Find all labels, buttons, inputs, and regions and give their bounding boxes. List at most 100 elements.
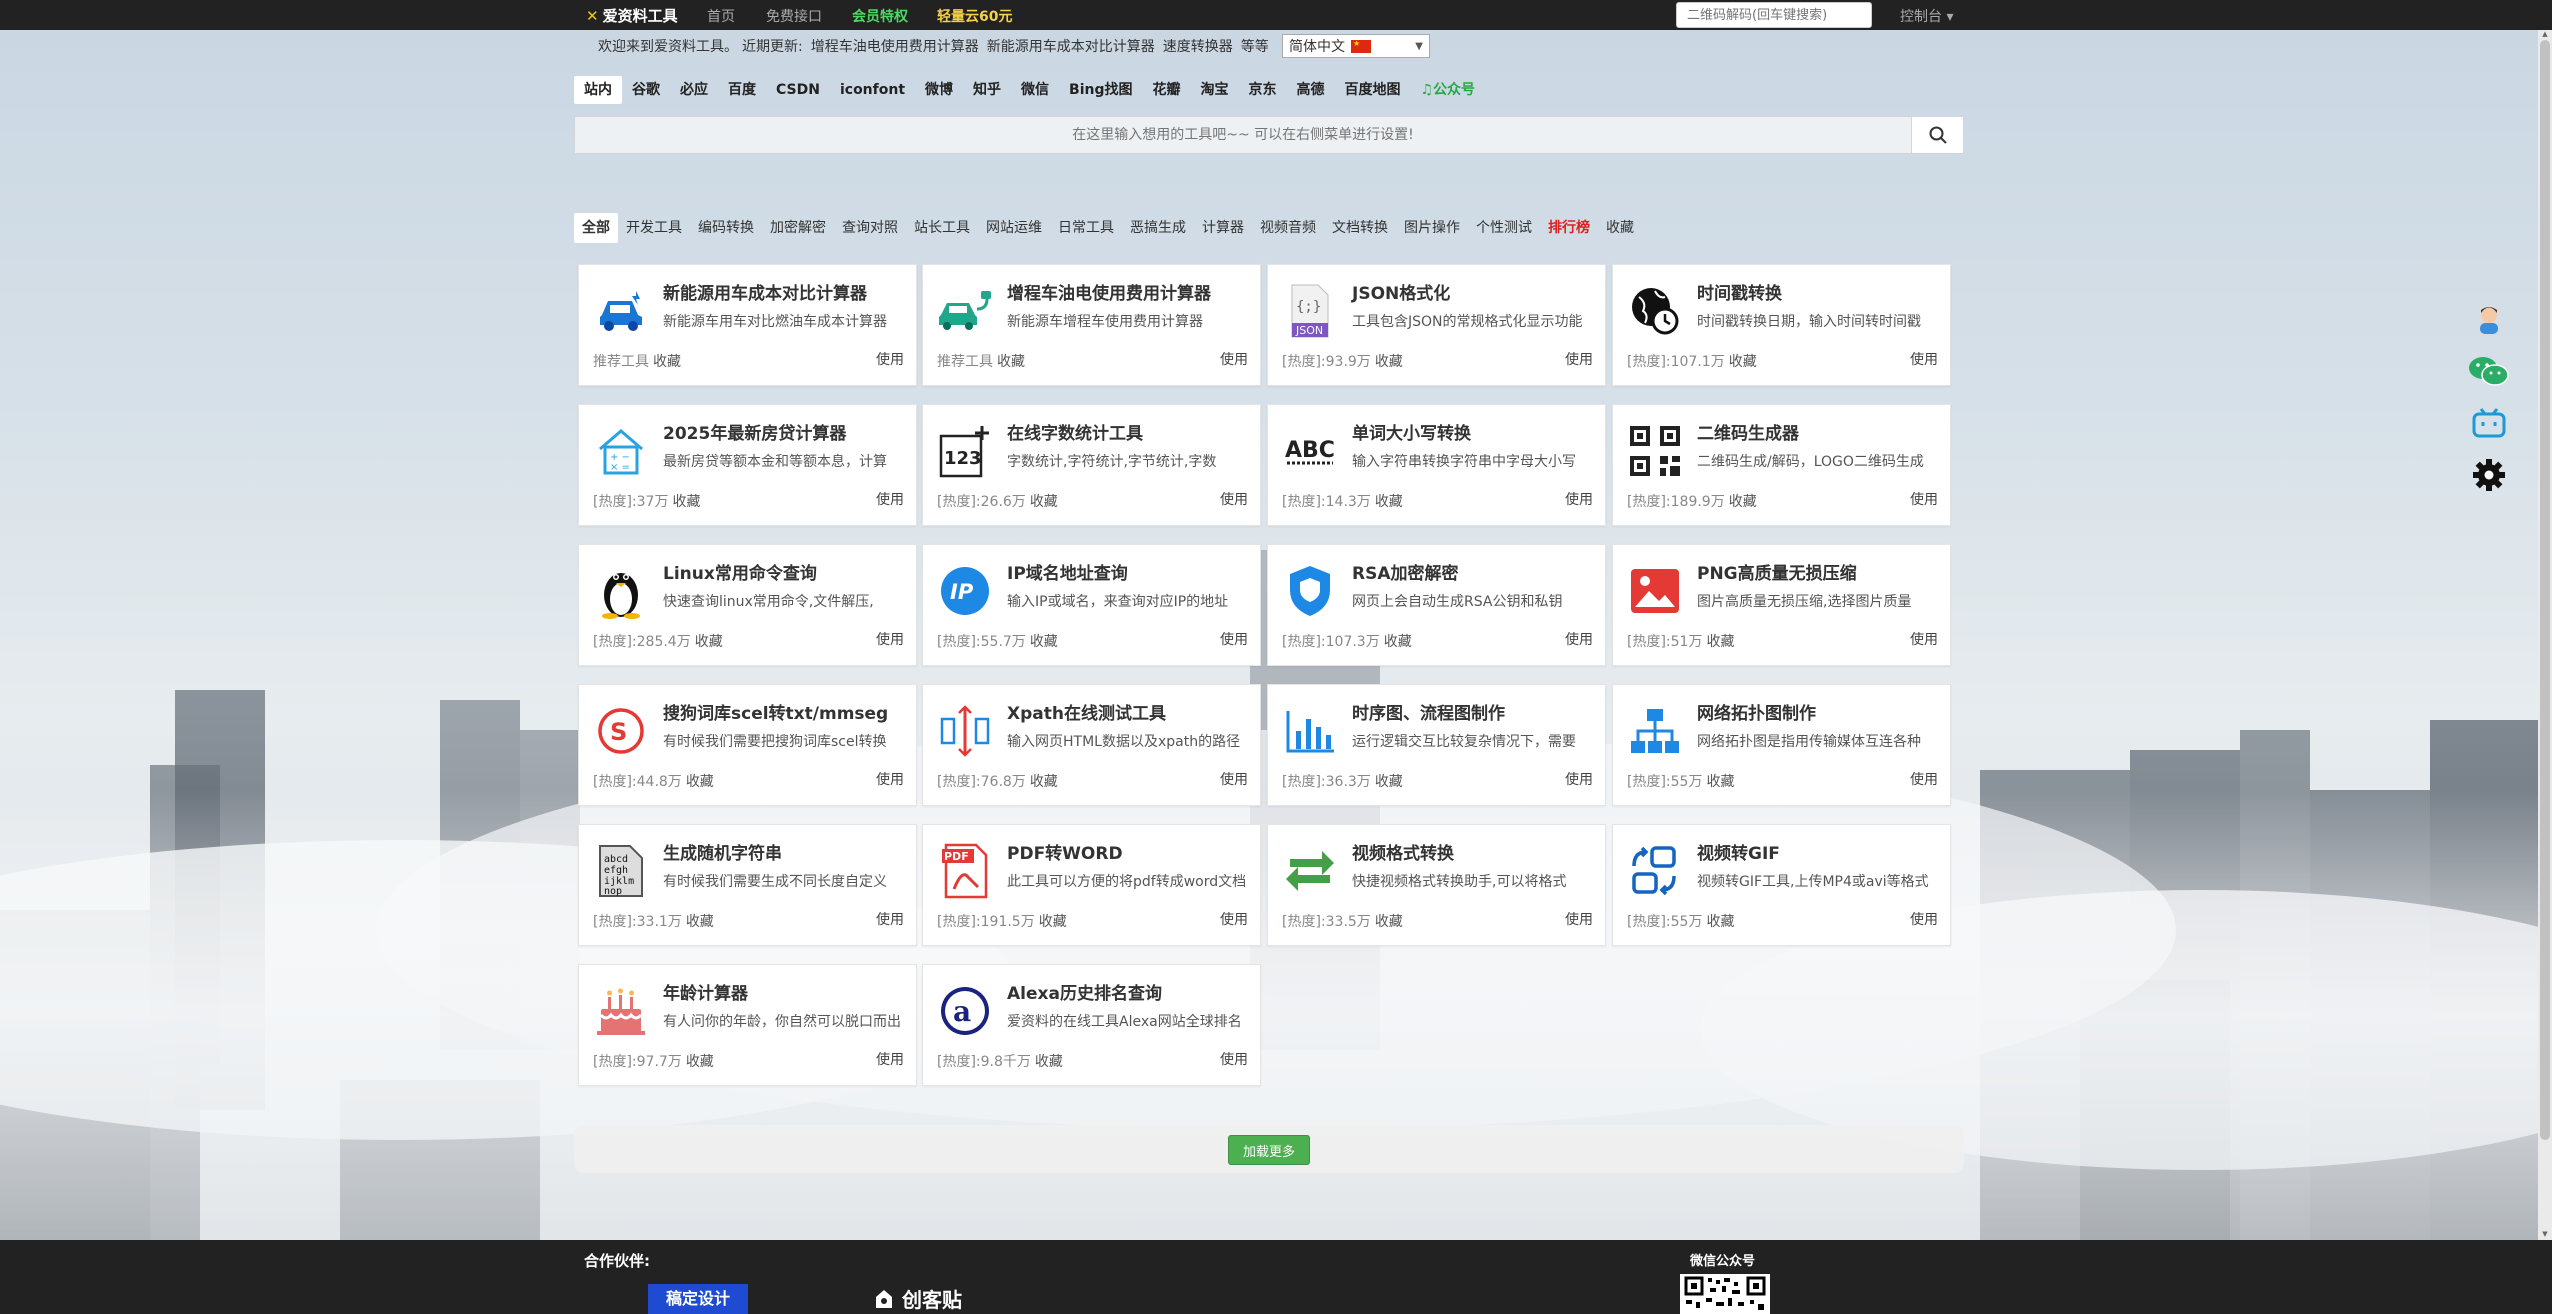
category-tab-ranking[interactable]: 排行榜 bbox=[1540, 213, 1598, 243]
tool-card[interactable]: 时序图、流程图制作 运行逻辑交互比较复杂情况下，需要 [热度]:36.3万 收藏 使用 bbox=[1267, 684, 1606, 806]
recent-link[interactable]: 新能源用车成本对比计算器 bbox=[987, 36, 1155, 56]
tool-title[interactable]: 视频格式转换 bbox=[1352, 839, 1454, 864]
search-button[interactable] bbox=[1911, 117, 1963, 153]
tool-title[interactable]: JSON格式化 bbox=[1352, 279, 1450, 304]
favorite-link[interactable]: 收藏 bbox=[686, 774, 714, 790]
tool-card[interactable]: 视频转GIF 视频转GIF工具,上传MP4或avi等格式 [热度]:55万 收藏 使用 bbox=[1612, 824, 1951, 946]
nav-cloud-promo[interactable]: 轻量云60元 bbox=[937, 6, 1012, 26]
engine-tab[interactable]: 站内 bbox=[574, 76, 622, 104]
recent-link[interactable]: 增程车油电使用费用计算器 bbox=[811, 36, 979, 56]
tool-title[interactable]: Linux常用命令查询 bbox=[663, 559, 817, 584]
tool-card[interactable]: 网络拓扑图制作 网络拓扑图是指用传输媒体互连各种 [热度]:55万 收藏 使用 bbox=[1612, 684, 1951, 806]
load-more-button[interactable]: 加载更多 bbox=[1228, 1135, 1310, 1165]
nav-free-api[interactable]: 免费接口 bbox=[766, 6, 822, 26]
favorite-link[interactable]: 收藏 bbox=[1375, 914, 1403, 930]
category-tab[interactable]: 全部 bbox=[574, 213, 618, 243]
engine-tab[interactable]: 高德 bbox=[1287, 76, 1335, 104]
tool-title[interactable]: PDF转WORD bbox=[1007, 839, 1123, 864]
use-button[interactable]: 使用 bbox=[1220, 349, 1248, 369]
category-tab[interactable]: 日常工具 bbox=[1050, 213, 1122, 243]
scroll-up-arrow[interactable]: ▲ bbox=[2538, 30, 2552, 40]
use-button[interactable]: 使用 bbox=[1910, 909, 1938, 929]
category-tab[interactable]: 图片操作 bbox=[1396, 213, 1468, 243]
tool-card[interactable]: abcd efgh ijklm nop 生成随机字符串 有时候我们需要生成不同长度自定义 [… bbox=[578, 824, 917, 946]
scroll-down-arrow[interactable]: ▼ bbox=[2538, 1230, 2552, 1240]
favorite-link[interactable]: 收藏 bbox=[1375, 354, 1403, 370]
tool-title[interactable]: RSA加密解密 bbox=[1352, 559, 1459, 584]
tool-card[interactable]: S 搜狗词库scel转txt/mmseg 有时候我们需要把搜狗词库scel转换 [热度… bbox=[578, 684, 917, 806]
tool-card[interactable]: Linux常用命令查询 快速查询linux常用命令,文件解压, [热度]:285.4… bbox=[578, 544, 917, 666]
tool-title[interactable]: 时序图、流程图制作 bbox=[1352, 699, 1505, 724]
tool-card[interactable]: 123 在线字数统计工具 字数统计,字符统计,字节统计,字数 [热度]:26.6万 收藏… bbox=[922, 404, 1261, 526]
favorite-link[interactable]: 收藏 bbox=[1030, 494, 1058, 510]
tool-title[interactable]: PNG高质量无损压缩 bbox=[1697, 559, 1857, 584]
category-tab[interactable]: 文档转换 bbox=[1324, 213, 1396, 243]
favorite-link[interactable]: 收藏 bbox=[1706, 914, 1734, 930]
tool-card[interactable]: 新能源用车成本对比计算器 新能源车用车对比燃油车成本计算器 推荐工具 收藏 使用 bbox=[578, 264, 917, 386]
tool-title[interactable]: 在线字数统计工具 bbox=[1007, 419, 1143, 444]
favorite-link[interactable]: 收藏 bbox=[1375, 494, 1403, 510]
category-tab[interactable]: 站长工具 bbox=[906, 213, 978, 243]
use-button[interactable]: 使用 bbox=[876, 629, 904, 649]
use-button[interactable]: 使用 bbox=[1910, 349, 1938, 369]
tool-card[interactable]: a Alexa历史排名查询 爱资料的在线工具Alexa网站全球排名 [热度]:9.8千… bbox=[922, 964, 1261, 1086]
console-menu[interactable]: 控制台 ▾ bbox=[1900, 6, 1953, 26]
recent-link[interactable]: 速度转换器 bbox=[1163, 36, 1233, 56]
tool-title[interactable]: 搜狗词库scel转txt/mmseg bbox=[663, 699, 888, 724]
settings-gear-icon[interactable] bbox=[2466, 452, 2512, 498]
tool-title[interactable]: Alexa历史排名查询 bbox=[1007, 979, 1162, 1004]
favorite-link[interactable]: 收藏 bbox=[1729, 354, 1757, 370]
tool-search-input[interactable] bbox=[575, 117, 1911, 153]
favorite-link[interactable]: 收藏 bbox=[672, 494, 700, 510]
tool-title[interactable]: 增程车油电使用费用计算器 bbox=[1007, 279, 1211, 304]
tool-title[interactable]: Xpath在线测试工具 bbox=[1007, 699, 1166, 724]
use-button[interactable]: 使用 bbox=[1565, 769, 1593, 789]
use-button[interactable]: 使用 bbox=[876, 909, 904, 929]
use-button[interactable]: 使用 bbox=[1565, 909, 1593, 929]
tool-title[interactable]: 视频转GIF bbox=[1697, 839, 1780, 864]
tool-card[interactable]: 增程车油电使用费用计算器 新能源车增程车使用费用计算器 推荐工具 收藏 使用 bbox=[922, 264, 1261, 386]
vertical-scrollbar[interactable]: ▲ ▼ bbox=[2538, 30, 2552, 1240]
tool-title[interactable]: 网络拓扑图制作 bbox=[1697, 699, 1816, 724]
favorite-link[interactable]: 收藏 bbox=[1039, 914, 1067, 930]
use-button[interactable]: 使用 bbox=[1910, 629, 1938, 649]
engine-tab[interactable]: 微信 bbox=[1011, 76, 1059, 104]
tool-title[interactable]: 生成随机字符串 bbox=[663, 839, 782, 864]
category-tab[interactable]: 加密解密 bbox=[762, 213, 834, 243]
qr-decode-search-input[interactable] bbox=[1676, 2, 1872, 28]
nav-vip[interactable]: 会员特权 bbox=[852, 6, 908, 26]
tool-title[interactable]: 2025年最新房贷计算器 bbox=[663, 419, 846, 444]
engine-tab[interactable]: 百度 bbox=[718, 76, 766, 104]
tool-card[interactable]: PNG高质量无损压缩 图片高质量无损压缩,选择图片质量 [热度]:51万 收藏 使用 bbox=[1612, 544, 1951, 666]
tool-title[interactable]: 二维码生成器 bbox=[1697, 419, 1799, 444]
use-button[interactable]: 使用 bbox=[876, 1049, 904, 1069]
tool-card[interactable]: 年龄计算器 有人问你的年龄，你自然可以脱口而出 [热度]:97.7万 收藏 使用 bbox=[578, 964, 917, 1086]
scroll-thumb[interactable] bbox=[2540, 40, 2550, 1140]
tool-card[interactable]: PDF PDF转WORD 此工具可以方便的将pdf转成word文档 [热度]:191.… bbox=[922, 824, 1261, 946]
tool-card[interactable]: 视频格式转换 快捷视频格式转换助手,可以将格式 [热度]:33.5万 收藏 使用 bbox=[1267, 824, 1606, 946]
use-button[interactable]: 使用 bbox=[1910, 489, 1938, 509]
bilibili-icon[interactable] bbox=[2466, 400, 2512, 446]
tool-card[interactable]: Xpath在线测试工具 输入网页HTML数据以及xpath的路径 [热度]:76.8… bbox=[922, 684, 1261, 806]
favorite-link[interactable]: 收藏 bbox=[653, 354, 681, 370]
favorite-link[interactable]: 收藏 bbox=[997, 354, 1025, 370]
category-tab[interactable]: 网站运维 bbox=[978, 213, 1050, 243]
category-tab[interactable]: 计算器 bbox=[1194, 213, 1252, 243]
favorite-link[interactable]: 收藏 bbox=[695, 634, 723, 650]
category-tab[interactable]: 开发工具 bbox=[618, 213, 690, 243]
engine-tab[interactable]: 谷歌 bbox=[622, 76, 670, 104]
engine-tab[interactable]: iconfont bbox=[830, 76, 915, 104]
favorite-link[interactable]: 收藏 bbox=[1030, 634, 1058, 650]
favorite-link[interactable]: 收藏 bbox=[1384, 634, 1412, 650]
tool-card[interactable]: + − × = 2025年最新房贷计算器 最新房贷等额本金和等额本息，计算 [热度]:3… bbox=[578, 404, 917, 526]
favorite-link[interactable]: 收藏 bbox=[686, 1054, 714, 1070]
use-button[interactable]: 使用 bbox=[1220, 769, 1248, 789]
use-button[interactable]: 使用 bbox=[1565, 349, 1593, 369]
category-tab[interactable]: 恶搞生成 bbox=[1122, 213, 1194, 243]
engine-tab-wechat-official[interactable]: ♫公众号 bbox=[1411, 76, 1486, 104]
tool-title[interactable]: 年龄计算器 bbox=[663, 979, 748, 1004]
nav-home[interactable]: 首页 bbox=[707, 6, 735, 26]
category-tab[interactable]: 查询对照 bbox=[834, 213, 906, 243]
engine-tab[interactable]: 百度地图 bbox=[1335, 76, 1411, 104]
favorite-link[interactable]: 收藏 bbox=[686, 914, 714, 930]
